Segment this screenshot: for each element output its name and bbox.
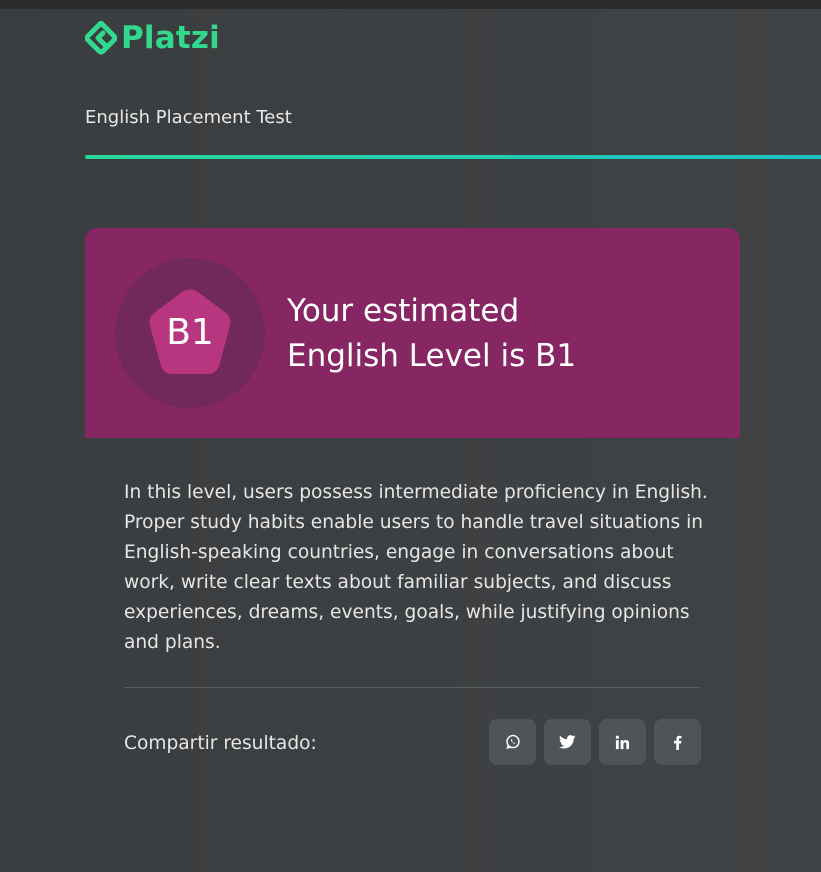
facebook-icon (674, 735, 682, 750)
whatsapp-icon (505, 734, 520, 749)
level-badge: B1 (115, 258, 265, 408)
divider (124, 687, 700, 688)
result-heading-line1: Your estimated (287, 293, 520, 329)
share-linkedin-button[interactable] (599, 719, 646, 765)
top-bar (0, 0, 821, 9)
result-heading: Your estimated English Level is B1 (287, 289, 707, 379)
platzi-logo-text: Platzi (121, 20, 220, 56)
share-label: Compartir resultado: (124, 733, 317, 754)
result-card: B1 Your estimated English Level is B1 (85, 228, 740, 438)
test-title: English Placement Test (85, 107, 292, 128)
linkedin-icon (615, 735, 630, 749)
level-description: In this level, users possess intermediat… (124, 482, 708, 653)
share-twitter-button[interactable] (544, 719, 591, 765)
result-heading-line2: English Level is B1 (287, 338, 577, 374)
twitter-icon (559, 735, 576, 749)
level-badge-text: B1 (166, 312, 214, 353)
progress-bar (85, 155, 821, 159)
share-whatsapp-button[interactable] (489, 719, 536, 765)
share-buttons (489, 719, 701, 765)
share-facebook-button[interactable] (654, 719, 701, 765)
platzi-logo-icon (85, 21, 117, 55)
platzi-logo[interactable]: Platzi (85, 20, 220, 56)
